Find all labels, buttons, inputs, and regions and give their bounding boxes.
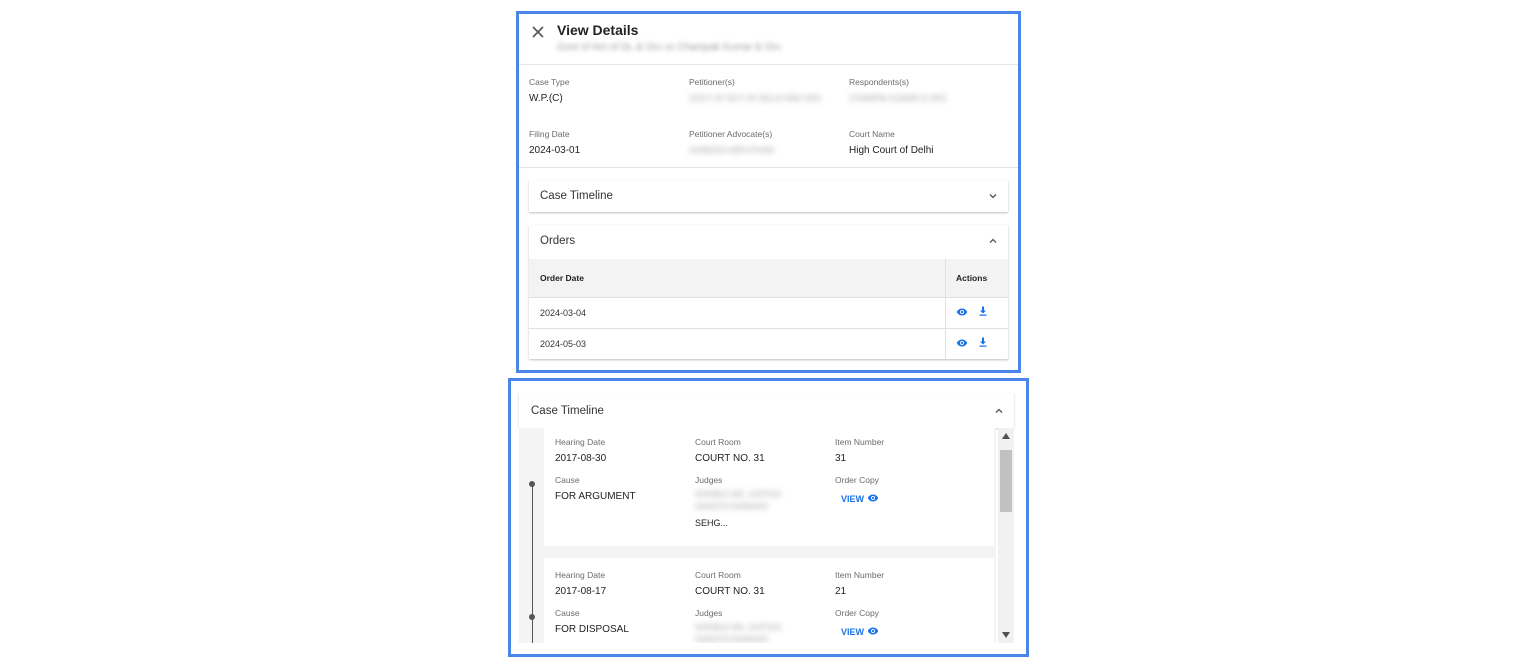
case-type-label: Case Type: [529, 77, 570, 87]
judges-label: Judges: [695, 475, 723, 485]
filing-date-label: Filing Date: [529, 129, 570, 139]
filing-date-value: 2024-03-01: [529, 145, 581, 156]
cause-value: FOR DISPOSAL: [555, 624, 629, 635]
eye-icon[interactable]: [956, 306, 968, 318]
download-icon[interactable]: [977, 305, 989, 317]
hearing-date-label: Hearing Date: [555, 437, 606, 447]
eye-icon: [867, 627, 878, 635]
download-icon[interactable]: [977, 336, 989, 348]
order-copy-label: Order Copy: [835, 475, 879, 485]
case-type-value: W.P.(C): [529, 93, 563, 104]
table-row: 2024-05-03: [529, 328, 1008, 359]
view-label: VIEW: [841, 627, 865, 637]
respondents-label: Respondents(s): [849, 77, 910, 87]
view-label: VIEW: [841, 494, 865, 504]
cause-label: Cause: [555, 475, 580, 485]
court-room-value: COURT NO. 31: [695, 586, 765, 597]
filing-date-field: Filing Date 2024-03-01: [529, 129, 580, 156]
item-number-label: Item Number: [835, 437, 885, 447]
item-number-value: 21: [835, 586, 847, 597]
case-timeline-panel: Case Timeline Hearing Date 2017-08-30 Co…: [508, 378, 1029, 657]
court-room-value: COURT NO. 31: [695, 453, 765, 464]
orders-table-header: Order Date Actions: [529, 259, 1008, 297]
order-date-cell: 2024-05-03: [540, 339, 587, 349]
divider: [519, 167, 1018, 168]
judges-value: HON'BLE MS. JUSTICE SANGITA DHINGRA: [695, 623, 782, 643]
cause-value: FOR ARGUMENT: [555, 491, 636, 502]
respondents-value: CHAMPAK KUMAR & ORS: [849, 94, 947, 103]
eye-icon[interactable]: [956, 337, 968, 349]
timeline-dot: [529, 481, 535, 487]
cause-label: Cause: [555, 608, 580, 618]
judges-truncated: SEHG...: [695, 518, 729, 528]
court-name-value: High Court of Delhi: [849, 145, 934, 156]
item-number-label: Item Number: [835, 570, 885, 580]
view-order-link[interactable]: VIEW: [841, 492, 879, 504]
court-name-field: Court Name High Court of Delhi: [849, 129, 933, 156]
petitioner-advocate-label: Petitioner Advocate(s): [689, 129, 773, 139]
close-icon[interactable]: [530, 24, 546, 40]
details-header: View Details Govt of Nct of DL & Ors vs …: [519, 14, 1018, 65]
petitioner-value: GOVT OF NCT OF DELHI AND ORS: [689, 94, 821, 103]
judges-value: HON'BLE MS. JUSTICE SANGITA DHINGRA: [695, 490, 782, 511]
case-subtitle: Govt of Nct of DL & Ors vs Champak Kumar…: [557, 42, 781, 53]
timeline-title: Case Timeline: [531, 405, 604, 417]
order-copy-label: Order Copy: [835, 608, 879, 618]
hearing-date-value: 2017-08-30: [555, 453, 607, 464]
timeline-entry: Hearing Date 2017-08-30 Court Room COURT…: [544, 428, 994, 546]
judges-label: Judges: [695, 608, 723, 618]
court-name-label: Court Name: [849, 129, 895, 139]
scroll-down-arrow-icon[interactable]: [1002, 632, 1010, 638]
chevron-up-icon[interactable]: [994, 406, 1004, 416]
scrollbar[interactable]: [998, 428, 1014, 643]
eye-icon: [867, 494, 878, 502]
hearing-date-value: 2017-08-17: [555, 586, 607, 597]
col-actions: Actions: [956, 273, 988, 283]
col-order-date: Order Date: [540, 273, 584, 283]
scroll-up-arrow-icon[interactable]: [1002, 433, 1010, 439]
timeline-list: Hearing Date 2017-08-30 Court Room COURT…: [519, 428, 996, 643]
page-title: View Details: [557, 22, 639, 38]
petitioner-label: Petitioner(s): [689, 77, 735, 87]
orders-accordion: Orders Order Date Actions 2024-03-04 202…: [529, 225, 1008, 359]
timeline-header: Case Timeline: [519, 393, 1014, 428]
timeline-entry: Hearing Date 2017-08-17 Court Room COURT…: [544, 558, 994, 643]
petitioner-field: Petitioner(s) GOVT OF NCT OF DELHI AND O…: [689, 77, 829, 105]
accordion-title: Case Timeline: [540, 190, 613, 202]
case-type-field: Case Type W.P.(C): [529, 77, 569, 104]
petitioner-advocate-value: AVNEESH ARPUTHAM: [689, 146, 774, 155]
orders-title: Orders: [540, 235, 576, 247]
chevron-up-icon[interactable]: [988, 236, 998, 246]
court-room-label: Court Room: [695, 570, 741, 580]
chevron-down-icon[interactable]: [988, 191, 998, 201]
case-timeline-accordion[interactable]: Case Timeline: [529, 180, 1008, 212]
petitioner-advocate-field: Petitioner Advocate(s) AVNEESH ARPUTHAM: [689, 129, 829, 157]
view-details-panel: View Details Govt of Nct of DL & Ors vs …: [516, 11, 1021, 373]
respondents-field: Respondents(s) CHAMPAK KUMAR & ORS: [849, 77, 999, 105]
item-number-value: 31: [835, 453, 847, 464]
court-room-label: Court Room: [695, 437, 741, 447]
hearing-date-label: Hearing Date: [555, 570, 606, 580]
timeline-dot: [529, 614, 535, 620]
scrollbar-thumb[interactable]: [1000, 450, 1012, 512]
view-order-link[interactable]: VIEW: [841, 625, 879, 637]
table-row: 2024-03-04: [529, 297, 1008, 328]
order-date-cell: 2024-03-04: [540, 308, 587, 318]
